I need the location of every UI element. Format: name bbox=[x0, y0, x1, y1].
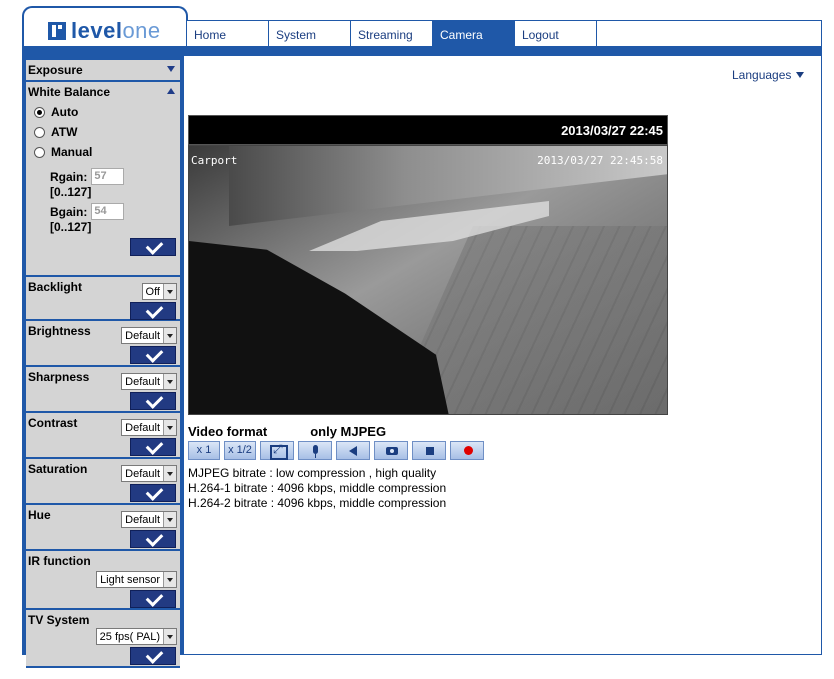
languages-menu[interactable]: Languages bbox=[732, 68, 805, 82]
bgain-range: [0..127] bbox=[50, 220, 92, 234]
hue-title: Hue bbox=[28, 508, 51, 522]
saturation-section: Saturation Default bbox=[26, 459, 180, 505]
backlight-title: Backlight bbox=[28, 280, 83, 294]
brightness-title: Brightness bbox=[28, 324, 91, 338]
video-timestamp-bar: 2013/03/27 22:45 bbox=[188, 115, 668, 145]
apply-white-balance-button[interactable] bbox=[130, 238, 176, 256]
rgain-range: [0..127] bbox=[50, 185, 92, 199]
video-format-value: only MJPEG bbox=[310, 424, 387, 439]
microphone-icon[interactable] bbox=[298, 441, 332, 460]
zoom-half-button[interactable]: x 1/2 bbox=[224, 441, 256, 460]
expand-down-icon[interactable] bbox=[167, 66, 175, 72]
fullscreen-icon[interactable] bbox=[260, 441, 294, 460]
levelone-logo: levelone bbox=[48, 18, 161, 44]
apply-saturation-button[interactable] bbox=[130, 484, 176, 502]
osd-camera-title: Carport bbox=[191, 154, 238, 167]
apply-contrast-button[interactable] bbox=[130, 438, 176, 456]
chevron-down-icon bbox=[163, 284, 176, 299]
brightness-section: Brightness Default bbox=[26, 321, 180, 367]
white-balance-title: White Balance bbox=[28, 85, 111, 99]
video-controls: x 1 x 1/2 bbox=[188, 441, 488, 460]
ir-function-title: IR function bbox=[28, 554, 91, 568]
video-format-row: Video format only MJPEG bbox=[188, 424, 386, 439]
stop-icon[interactable] bbox=[412, 441, 446, 460]
saturation-title: Saturation bbox=[28, 462, 88, 476]
apply-ir-function-button[interactable] bbox=[130, 590, 176, 608]
nav-logout[interactable]: Logout bbox=[515, 21, 597, 46]
hue-select[interactable]: Default bbox=[121, 511, 177, 528]
main-nav: Home System Streaming Camera Logout bbox=[186, 20, 822, 46]
apply-backlight-button[interactable] bbox=[130, 302, 176, 320]
radio-auto[interactable] bbox=[34, 106, 45, 118]
sharpness-select[interactable]: Default bbox=[121, 373, 177, 390]
speaker-icon[interactable] bbox=[336, 441, 370, 460]
record-icon[interactable] bbox=[450, 441, 484, 460]
collapse-up-icon[interactable] bbox=[167, 88, 175, 94]
ir-function-select[interactable]: Light sensor bbox=[96, 571, 177, 588]
logo-mark-icon bbox=[48, 22, 66, 40]
wb-option-atw[interactable]: ATW bbox=[26, 122, 180, 142]
tv-system-select[interactable]: 25 fps( PAL) bbox=[95, 628, 177, 645]
contrast-section: Contrast Default bbox=[26, 413, 180, 459]
sharpness-section: Sharpness Default bbox=[26, 367, 180, 413]
nav-home[interactable]: Home bbox=[187, 21, 269, 46]
brightness-select[interactable]: Default bbox=[121, 327, 177, 344]
mjpeg-bitrate-text: MJPEG bitrate : low compression , high q… bbox=[188, 466, 437, 480]
radio-manual[interactable] bbox=[34, 146, 45, 158]
rgain-label: Rgain: bbox=[50, 169, 88, 184]
radio-atw[interactable] bbox=[34, 126, 45, 138]
chevron-down-icon bbox=[163, 420, 176, 435]
bgain-label: Bgain: bbox=[50, 204, 88, 219]
zoom-1x-button[interactable]: x 1 bbox=[188, 441, 220, 460]
chevron-down-icon bbox=[163, 466, 176, 481]
nav-streaming[interactable]: Streaming bbox=[351, 21, 433, 46]
apply-tv-system-button[interactable] bbox=[130, 647, 176, 665]
snapshot-camera-icon[interactable] bbox=[374, 441, 408, 460]
chevron-down-icon bbox=[163, 512, 176, 527]
header-bar bbox=[22, 46, 822, 56]
wb-option-auto[interactable]: Auto bbox=[26, 102, 180, 122]
live-video-view[interactable]: Carport 2013/03/27 22:45:58 bbox=[188, 145, 668, 415]
hue-section: Hue Default bbox=[26, 505, 180, 551]
exposure-section[interactable]: Exposure bbox=[26, 60, 180, 82]
camera-settings-sidebar: Exposure White Balance Auto ATW Manual R… bbox=[26, 60, 180, 668]
bitrate-info: MJPEG bitrate : low compression , high q… bbox=[188, 466, 446, 511]
logo-tab: levelone bbox=[22, 6, 188, 46]
apply-sharpness-button[interactable] bbox=[130, 392, 176, 410]
rgain-input[interactable]: 57 bbox=[91, 168, 125, 185]
chevron-down-icon bbox=[163, 572, 176, 587]
wb-option-manual[interactable]: Manual bbox=[26, 142, 180, 162]
nav-system[interactable]: System bbox=[269, 21, 351, 46]
white-balance-section: White Balance Auto ATW Manual Rgain: 57 … bbox=[26, 82, 180, 277]
exposure-title: Exposure bbox=[28, 63, 83, 77]
tv-system-title: TV System bbox=[28, 613, 90, 627]
chevron-down-icon bbox=[163, 374, 176, 389]
ir-function-section: IR function Light sensor bbox=[26, 551, 180, 610]
tv-system-section: TV System 25 fps( PAL) bbox=[26, 610, 180, 668]
triangle-down-icon bbox=[796, 72, 805, 78]
bgain-input[interactable]: 54 bbox=[91, 203, 125, 220]
chevron-down-icon bbox=[163, 629, 176, 644]
apply-hue-button[interactable] bbox=[130, 530, 176, 548]
video-format-label: Video format bbox=[188, 424, 268, 439]
osd-timestamp: 2013/03/27 22:45:58 bbox=[537, 154, 663, 167]
contrast-title: Contrast bbox=[28, 416, 78, 430]
apply-brightness-button[interactable] bbox=[130, 346, 176, 364]
backlight-select[interactable]: Off bbox=[141, 283, 177, 300]
sharpness-title: Sharpness bbox=[28, 370, 90, 384]
h264-1-bitrate-text: H.264-1 bitrate : 4096 kbps, middle comp… bbox=[188, 481, 447, 495]
h264-2-bitrate-text: H.264-2 bitrate : 4096 kbps, middle comp… bbox=[188, 496, 447, 510]
nav-camera[interactable]: Camera bbox=[433, 21, 515, 46]
chevron-down-icon bbox=[163, 328, 176, 343]
backlight-section: Backlight Off bbox=[26, 277, 180, 321]
contrast-select[interactable]: Default bbox=[121, 419, 177, 436]
saturation-select[interactable]: Default bbox=[121, 465, 177, 482]
